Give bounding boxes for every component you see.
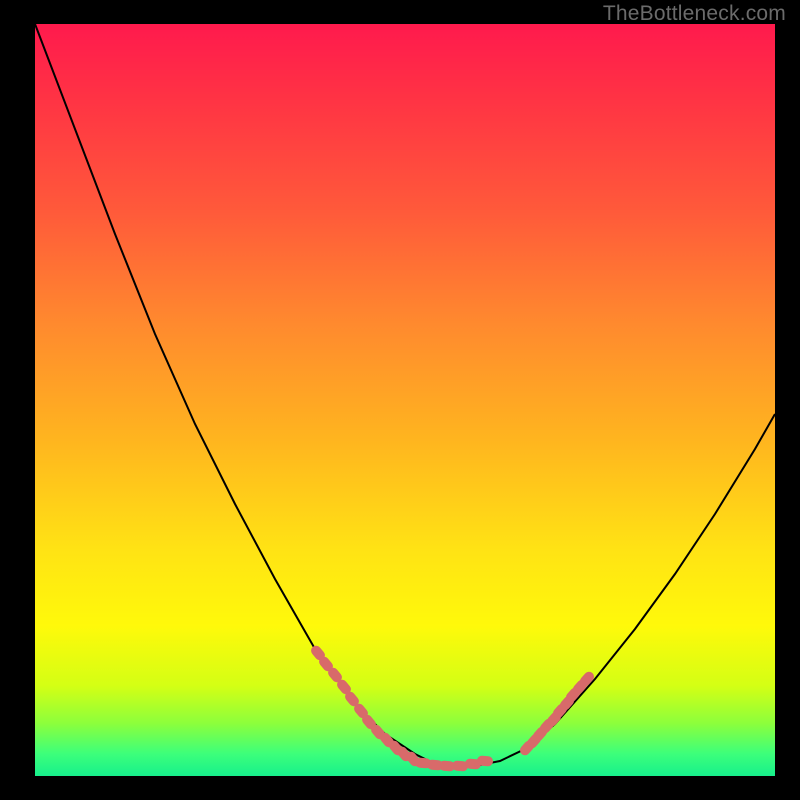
marker-group-right	[518, 670, 596, 758]
chart-frame: TheBottleneck.com	[0, 0, 800, 800]
marker-group-bottom	[415, 755, 494, 771]
plot-area	[35, 24, 775, 776]
watermark-text: TheBottleneck.com	[603, 2, 786, 26]
marker-group-left	[309, 644, 422, 769]
curve-svg	[35, 24, 775, 776]
bottleneck-curve	[35, 24, 775, 766]
